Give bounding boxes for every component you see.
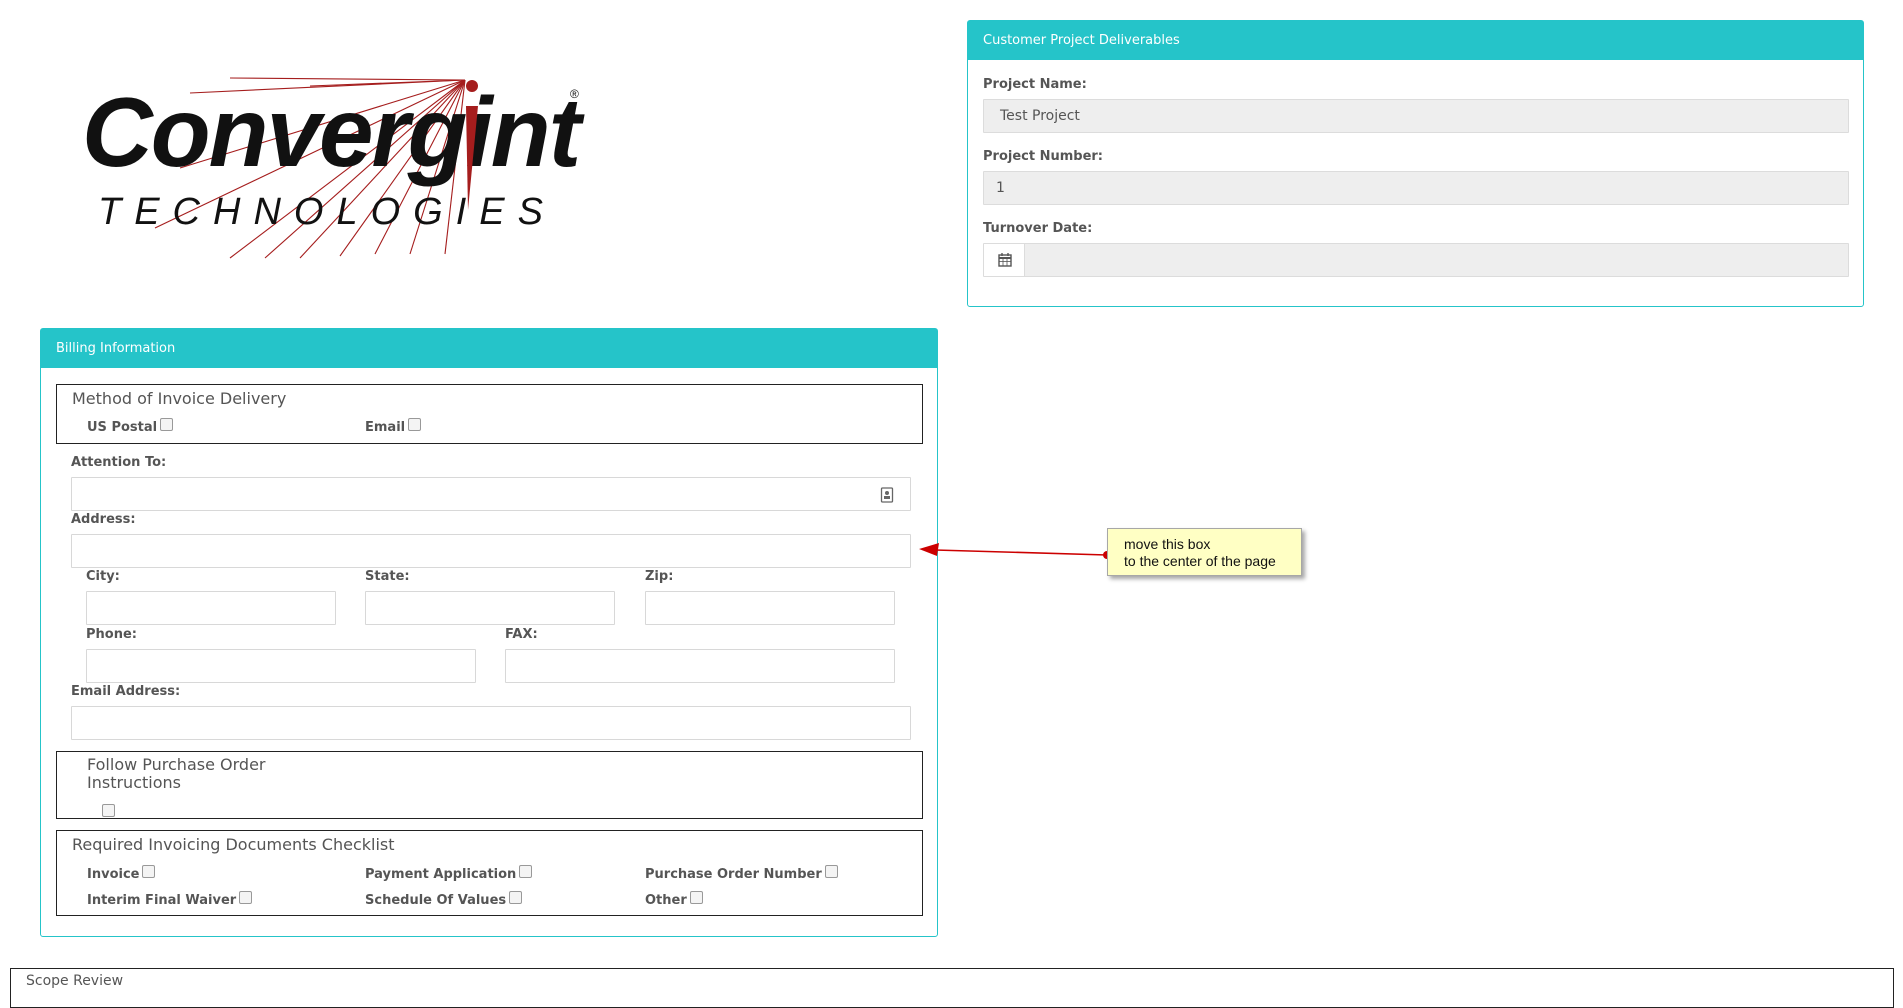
project-name-input[interactable]: Test Project bbox=[983, 99, 1849, 133]
other-option[interactable]: Other bbox=[645, 891, 703, 908]
project-number-input[interactable]: 1 bbox=[983, 171, 1849, 205]
annotation-note: move this box to the center of the page bbox=[1107, 528, 1302, 576]
city-label: City: bbox=[86, 569, 120, 584]
zip-input[interactable] bbox=[645, 591, 895, 625]
po-instructions-checkbox[interactable] bbox=[102, 804, 115, 817]
payment-application-label: Payment Application bbox=[365, 867, 517, 882]
turnover-date-label: Turnover Date: bbox=[983, 221, 1093, 236]
payment-application-checkbox[interactable] bbox=[519, 865, 533, 878]
state-input[interactable] bbox=[365, 591, 615, 625]
fax-input[interactable] bbox=[505, 649, 895, 683]
email-address-label: Email Address: bbox=[71, 684, 181, 699]
contact-card-icon[interactable] bbox=[880, 487, 894, 503]
phone-input[interactable] bbox=[86, 649, 476, 683]
annotation-line-2: to the center of the page bbox=[1124, 553, 1276, 569]
other-label: Other bbox=[645, 893, 687, 908]
project-number-label: Project Number: bbox=[983, 149, 1104, 164]
logo-wordmark: Convergint bbox=[82, 77, 585, 187]
schedule-of-values-option[interactable]: Schedule Of Values bbox=[365, 891, 523, 908]
purchase-order-number-checkbox[interactable] bbox=[824, 865, 838, 878]
attention-input[interactable] bbox=[71, 477, 911, 511]
interim-final-waiver-checkbox[interactable] bbox=[239, 891, 253, 904]
turnover-date-input[interactable] bbox=[983, 243, 1849, 277]
email-checkbox[interactable] bbox=[408, 418, 422, 431]
project-number-value: 1 bbox=[996, 180, 1005, 196]
customer-project-title: Customer Project Deliverables bbox=[968, 21, 1863, 60]
email-address-input[interactable] bbox=[71, 706, 911, 740]
billing-title: Billing Information bbox=[41, 329, 937, 368]
attention-label: Attention To: bbox=[71, 455, 167, 470]
us-postal-label: US Postal bbox=[87, 420, 158, 435]
other-checkbox[interactable] bbox=[689, 891, 703, 904]
po-instructions-fieldset: Follow Purchase Order Instructions bbox=[56, 751, 923, 819]
annotation-arrow bbox=[919, 543, 1111, 559]
scope-review-title: Scope Review bbox=[26, 973, 124, 989]
registered-mark: ® bbox=[570, 87, 579, 101]
invoice-delivery-legend: Method of Invoice Delivery bbox=[72, 389, 287, 408]
us-postal-checkbox[interactable] bbox=[160, 418, 174, 431]
schedule-of-values-label: Schedule Of Values bbox=[365, 893, 507, 908]
interim-final-waiver-label: Interim Final Waiver bbox=[87, 893, 237, 908]
us-postal-option[interactable]: US Postal bbox=[87, 418, 174, 435]
schedule-of-values-checkbox[interactable] bbox=[509, 891, 523, 904]
state-label: State: bbox=[365, 569, 410, 584]
interim-final-waiver-option[interactable]: Interim Final Waiver bbox=[87, 891, 253, 908]
address-input[interactable] bbox=[71, 534, 911, 568]
invoice-checkbox[interactable] bbox=[142, 865, 156, 878]
logo-subtitle: TECHNOLOGIES bbox=[98, 191, 556, 233]
phone-label: Phone: bbox=[86, 627, 137, 642]
zip-label: Zip: bbox=[645, 569, 674, 584]
customer-project-panel: Customer Project Deliverables Project Na… bbox=[967, 20, 1864, 307]
invoicing-checklist-legend: Required Invoicing Documents Checklist bbox=[72, 835, 395, 854]
po-instructions-legend: Follow Purchase Order Instructions bbox=[87, 755, 266, 792]
city-input[interactable] bbox=[86, 591, 336, 625]
payment-application-option[interactable]: Payment Application bbox=[365, 865, 533, 882]
calendar-button[interactable] bbox=[984, 244, 1025, 276]
fax-label: FAX: bbox=[505, 627, 538, 642]
scope-review-section: Scope Review bbox=[10, 968, 1894, 1008]
billing-panel: Billing Information Method of Invoice De… bbox=[40, 328, 938, 937]
annotation-line-1: move this box bbox=[1124, 536, 1211, 552]
invoice-label: Invoice bbox=[87, 867, 140, 882]
calendar-icon bbox=[998, 253, 1012, 267]
purchase-order-number-label: Purchase Order Number bbox=[645, 867, 822, 882]
project-name-value: Test Project bbox=[1000, 108, 1080, 124]
email-label: Email bbox=[365, 420, 406, 435]
project-name-label: Project Name: bbox=[983, 77, 1087, 92]
invoicing-checklist-fieldset: Required Invoicing Documents Checklist I… bbox=[56, 830, 923, 916]
address-label: Address: bbox=[71, 512, 136, 527]
email-option[interactable]: Email bbox=[365, 418, 422, 435]
purchase-order-number-option[interactable]: Purchase Order Number bbox=[645, 865, 838, 882]
invoice-delivery-fieldset: Method of Invoice Delivery US Postal Ema… bbox=[56, 384, 923, 444]
convergint-logo: Convergint TECHNOLOGIES ® bbox=[40, 18, 620, 298]
invoice-option[interactable]: Invoice bbox=[87, 865, 156, 882]
